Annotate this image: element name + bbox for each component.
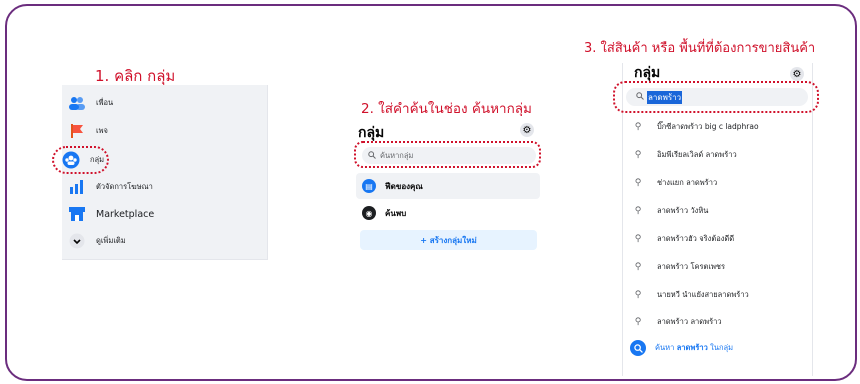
result-text: นายหวี นำแยังสายลาดพร้าว [657, 290, 749, 299]
gear-icon[interactable]: ⚙ [790, 67, 804, 81]
result-item[interactable]: ⚲ บิ๊กซีลาดพร้าว big c ladphrao [632, 117, 808, 137]
result-text: ช่างแยก ลาดพร้าว [657, 178, 718, 187]
ads-manager-icon [68, 178, 86, 196]
sidebar-item-see-more[interactable]: ดูเพิ่มเติม [68, 230, 126, 252]
friends-icon [68, 94, 86, 112]
result-text: ลาดพร้าว ลาดพร้าว [657, 317, 722, 326]
highlight-groups [52, 146, 109, 174]
search-footer-prefix: ค้นหา [655, 343, 675, 352]
search-icon: ⚲ [634, 178, 642, 188]
highlight-search-value [613, 81, 819, 113]
search-icon: ⚲ [634, 206, 642, 216]
flag-icon [68, 122, 86, 140]
result-item[interactable]: ⚲ ลาดพร้าว โครตเพชร [632, 257, 808, 277]
sidebar-item-label: Marketplace [96, 208, 155, 220]
result-item[interactable]: ⚲ อิมพีเรียลเวิลด์ ลาดพร้าว [632, 145, 808, 165]
search-footer-text: ค้นหา ลาดพร้าว ในกลุ่ม [655, 342, 733, 354]
result-text: ลาดพร้าว วังหิน [657, 206, 709, 215]
search-icon: ⚲ [634, 262, 642, 272]
groups-row-feed[interactable]: ▤ ฟีดของคุณ [356, 173, 540, 199]
sidebar-item-pages[interactable]: เพจ [68, 120, 108, 142]
sidebar-item-label: ดูเพิ่มเติม [96, 236, 126, 245]
result-text: บิ๊กซีลาดพร้าว big c ladphrao [657, 122, 759, 131]
search-icon: ⚲ [634, 234, 642, 244]
sidebar-item-marketplace[interactable]: Marketplace [68, 203, 154, 225]
search-icon: ⚲ [634, 290, 642, 300]
feed-icon: ▤ [362, 179, 376, 193]
marketplace-icon [68, 205, 86, 223]
sidebar-item-label: เพื่อน [96, 98, 114, 107]
chevron-down-icon [68, 232, 86, 250]
result-item[interactable]: ⚲ ลาดพร้าวฮัว จริงต้องดีดี [632, 229, 808, 249]
search-icon: ⚲ [634, 122, 642, 132]
result-item[interactable]: ⚲ ลาดพร้าว วังหิน [632, 201, 808, 221]
result-item[interactable]: ⚲ ช่างแยก ลาดพร้าว [632, 173, 808, 193]
search-in-groups-link[interactable]: ค้นหา ลาดพร้าว ในกลุ่ม [630, 340, 733, 356]
gear-icon[interactable]: ⚙ [520, 123, 534, 137]
highlight-search [354, 141, 541, 168]
sidebar-item-label: เพจ [96, 126, 108, 135]
search-footer-term: ลาดพร้าว [676, 343, 708, 352]
groups-row-label: ฟีดของคุณ [385, 181, 423, 191]
result-text: อิมพีเรียลเวิลด์ ลาดพร้าว [657, 150, 737, 159]
step-3-label: 3. ใส่สินค้า หรือ พื้นที่ที่ต้องการขายสิ… [584, 41, 816, 56]
search-footer-suffix: ในกลุ่ม [710, 343, 734, 352]
result-text: ลาดพร้าวฮัว จริงต้องดีดี [657, 234, 735, 243]
result-item[interactable]: ⚲ นายหวี นำแยังสายลาดพร้าว [632, 285, 808, 305]
result-text: ลาดพร้าว โครตเพชร [657, 262, 726, 271]
groups-row-discover[interactable]: ◉ ค้นพบ [356, 200, 540, 226]
search-icon: ⚲ [634, 317, 642, 327]
create-group-button[interactable]: + สร้างกลุ่มใหม่ [360, 230, 537, 250]
discover-icon: ◉ [362, 206, 376, 220]
sidebar-item-label: ตัวจัดการโฆษณา [96, 182, 153, 191]
groups-row-label: ค้นพบ [385, 208, 407, 218]
sidebar-item-friends[interactable]: เพื่อน [68, 92, 113, 114]
search-icon: ⚲ [634, 150, 642, 160]
search-icon [630, 340, 646, 356]
sidebar-item-ads-manager[interactable]: ตัวจัดการโฆษณา [68, 176, 153, 198]
result-item[interactable]: ⚲ ลาดพร้าว ลาดพร้าว [632, 312, 808, 332]
